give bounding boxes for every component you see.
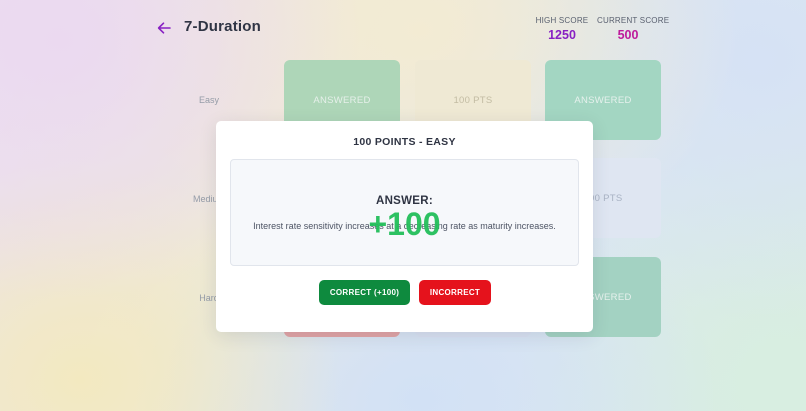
answer-heading: ANSWER: bbox=[375, 195, 434, 207]
incorrect-button[interactable]: INCORRECT bbox=[419, 280, 491, 305]
correct-button[interactable]: CORRECT (+100) bbox=[319, 280, 410, 305]
answer-box: ANSWER: Interest rate sensitivity increa… bbox=[230, 159, 579, 266]
answer-modal: 100 POINTS - EASY ANSWER: Interest rate … bbox=[216, 121, 593, 332]
modal-title: 100 POINTS - EASY bbox=[353, 136, 456, 148]
answer-text: Interest rate sensitivity increases at a… bbox=[253, 221, 556, 231]
